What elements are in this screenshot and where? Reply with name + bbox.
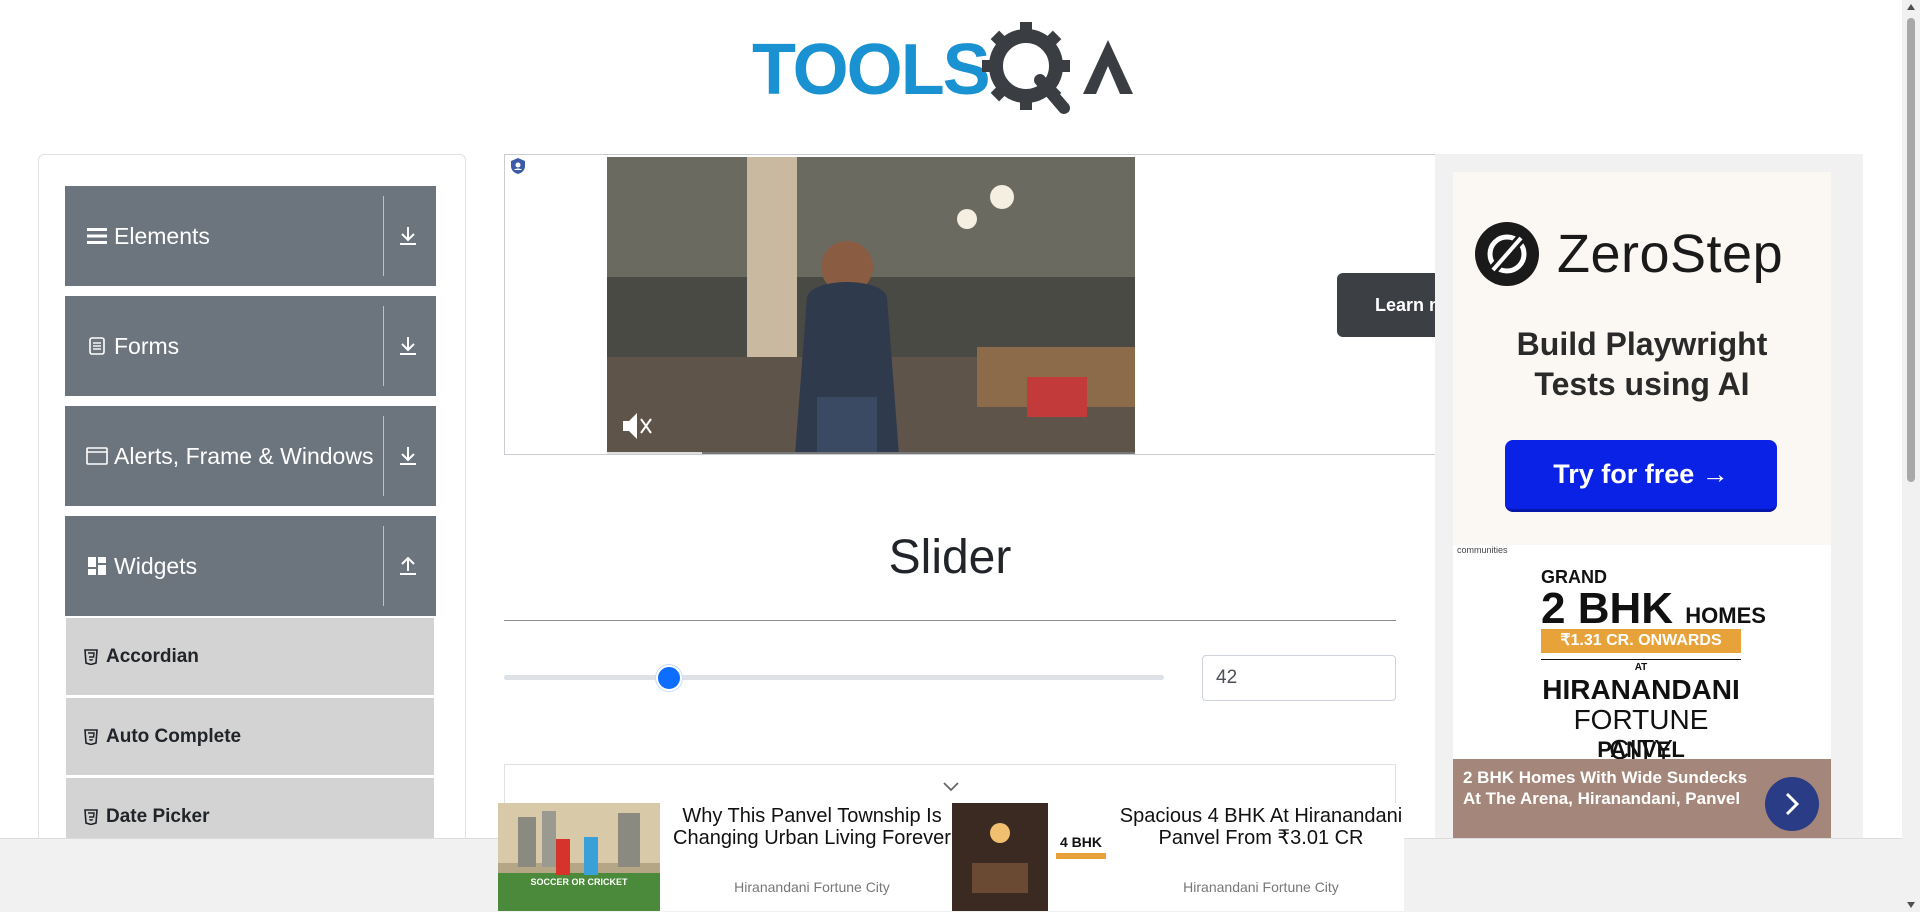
sidebar-group-elements[interactable]: Elements: [65, 186, 436, 286]
chevron-down-icon[interactable]: [943, 781, 959, 793]
ad-image-caption: 4 BHK: [1060, 834, 1102, 850]
slider-thumb[interactable]: [656, 665, 682, 691]
ad-source: Hiranandani Fortune City: [734, 879, 890, 895]
tagline-line: Tests using AI: [1534, 366, 1750, 402]
ad-price: ₹1.31 CR. ONWARDS: [1541, 629, 1741, 653]
chevron-down-icon[interactable]: [388, 436, 428, 476]
ad-choices-icon[interactable]: [509, 157, 527, 175]
tagline-line: Build Playwright: [1516, 326, 1768, 362]
sidebar-item-label: Auto Complete: [106, 725, 242, 747]
logo-a-shape: [1083, 40, 1133, 94]
zerostep-logo: ZeroStep: [1473, 220, 1783, 288]
chevron-down-icon[interactable]: [388, 216, 428, 256]
page-root: TOOLS Elements Forms Alerts, Frame & Win…: [0, 0, 1920, 912]
grid-icon: [86, 555, 108, 577]
ad-image-caption: SOCCER OR CRICKET: [530, 877, 628, 887]
slider-value-input[interactable]: [1202, 655, 1396, 701]
sidebar-item-label: Accordian: [106, 645, 199, 667]
chevron-down-icon[interactable]: [388, 326, 428, 366]
ad-next-button[interactable]: [1765, 777, 1819, 831]
sidebar-item-accordian[interactable]: Accordian: [66, 618, 434, 696]
sidebar-group-forms[interactable]: Forms: [65, 296, 436, 396]
html5-icon: [84, 648, 98, 665]
vertical-scrollbar[interactable]: [1902, 0, 1920, 912]
bottom-ad-container[interactable]: SOCCER OR CRICKET Why This Panvel Townsh…: [498, 803, 1404, 911]
chevron-right-icon: [1785, 792, 1800, 816]
range-slider[interactable]: [504, 665, 1164, 691]
divider: [504, 620, 1396, 621]
ad-image-soccer[interactable]: SOCCER OR CRICKET: [498, 803, 660, 911]
hamburger-icon: [86, 225, 108, 247]
ad-image-4bhk[interactable]: 4 BHK: [952, 803, 1114, 911]
ad-headline[interactable]: Spacious 4 BHK At Hiranandani Panvel Fro…: [1118, 805, 1404, 849]
window-icon: [86, 445, 108, 467]
slider-fill: [504, 675, 669, 680]
sidebar-group-widgets[interactable]: Widgets: [65, 516, 436, 616]
document-icon: [86, 335, 108, 357]
zerostep-brand: ZeroStep: [1557, 224, 1784, 284]
logo-tools-text: TOOLS: [752, 30, 989, 110]
toolsqa-logo[interactable]: TOOLS: [748, 18, 1154, 118]
ad-homes: HOMES: [1685, 603, 1766, 628]
page-title: Slider: [888, 531, 1012, 584]
learn-more-button[interactable]: Learn m: [1337, 273, 1437, 337]
video-ad-banner[interactable]: Learn m: [504, 154, 1438, 455]
sidebar-group-alerts[interactable]: Alerts, Frame & Windows: [65, 406, 436, 506]
hiranandani-ad[interactable]: communities GRAND 2 BHK HOMES ₹1.31 CR. …: [1453, 545, 1831, 845]
divider: [383, 196, 384, 276]
chevron-up-icon[interactable]: [388, 546, 428, 586]
ad-caption-text: 2 BHK Homes With Wide Sundecks At The Ar…: [1463, 768, 1748, 808]
zerostep-tagline: Build Playwright Tests using AI: [1453, 324, 1831, 404]
divider: [383, 416, 384, 496]
scroll-thumb[interactable]: [1907, 18, 1915, 482]
zerostep-ad[interactable]: ZeroStep Build Playwright Tests using AI…: [1453, 172, 1831, 545]
ad-source: Hiranandani Fortune City: [1183, 879, 1339, 895]
video-player[interactable]: [607, 157, 1135, 455]
gear-icon: [982, 22, 1070, 114]
scroll-up-arrow-icon[interactable]: [1907, 4, 1915, 10]
right-ad[interactable]: ZeroStep Build Playwright Tests using AI…: [1435, 154, 1863, 854]
sidebar-item-label: Date Picker: [106, 805, 210, 827]
divider: [383, 306, 384, 386]
ad-bhk: 2 BHK: [1541, 584, 1674, 633]
scroll-down-arrow-icon[interactable]: [1907, 902, 1915, 908]
zerostep-icon: [1475, 222, 1539, 286]
ad-project-name: HIRANANDANI: [1542, 674, 1740, 705]
ad-source-label: communities: [1457, 545, 1508, 555]
sidebar-item-auto-complete[interactable]: Auto Complete: [66, 698, 434, 776]
try-free-button[interactable]: Try for free →: [1505, 440, 1777, 512]
ad-headline[interactable]: Why This Panvel Township Is Changing Urb…: [662, 805, 962, 849]
html5-icon: [84, 728, 98, 745]
divider: [383, 526, 384, 606]
ad-at: AT: [1541, 659, 1741, 673]
html5-icon: [84, 808, 98, 825]
